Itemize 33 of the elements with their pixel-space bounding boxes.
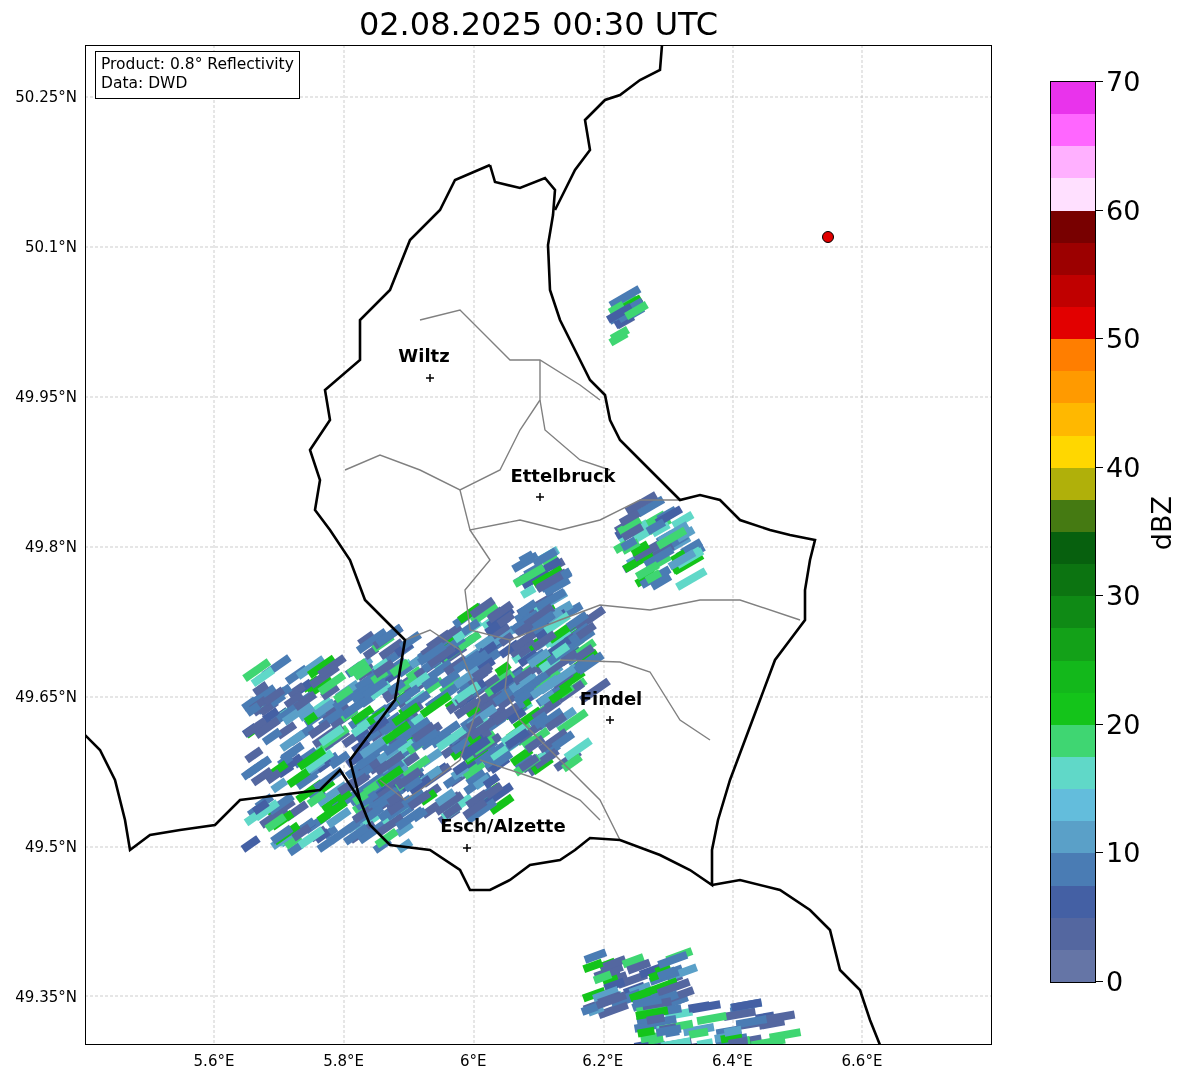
longitude-label: 6.4°E (710, 1051, 754, 1071)
longitude-label: 6.6°E (840, 1051, 884, 1071)
longitude-label: 5.8°E (322, 1051, 365, 1071)
city-label: Ettelbruck (510, 465, 616, 486)
info-text: Product: 0.8° Reflectivity (101, 55, 294, 74)
colorbar-tick-label: 20 (1096, 709, 1141, 740)
city-label: Esch/Alzette (440, 815, 566, 836)
colorbar-tick-label: 10 (1096, 838, 1141, 869)
city-marker-icon (462, 843, 472, 853)
colorbar-tick-label: 50 (1096, 324, 1141, 355)
city-marker-icon (535, 492, 545, 502)
latitude-label: 50.25°N (15, 87, 78, 107)
city-marker-icon (605, 715, 615, 725)
colorbar-tick-label: 30 (1096, 581, 1141, 612)
latitude-label: 50.1°N (24, 237, 78, 257)
latitude-label: 49.8°N (24, 537, 78, 557)
colorbar-tick-label: 60 (1096, 195, 1141, 226)
latitude-label: 49.95°N (15, 387, 78, 407)
longitude-label: 6°E (458, 1051, 488, 1071)
city-marker-icon (425, 373, 435, 383)
info-text: Data: DWD (101, 74, 189, 93)
colorbar-tick-label: 40 (1096, 452, 1141, 483)
latitude-label: 49.65°N (15, 687, 78, 707)
radar-site-marker (822, 231, 834, 243)
longitude-label: 6.2°E (581, 1051, 625, 1071)
latitude-label: 49.35°N (15, 987, 78, 1007)
chart-title: 02.08.2025 00:30 UTC (357, 4, 720, 44)
colorbar-tick-label: 0 (1096, 966, 1141, 997)
longitude-label: 5.6°E (192, 1051, 236, 1071)
colorbar-label: dBZ (1146, 496, 1178, 551)
latitude-label: 49.5°N (24, 837, 78, 857)
city-label: Wiltz (398, 345, 450, 366)
colorbar-tick-label: 70 (1096, 67, 1141, 97)
